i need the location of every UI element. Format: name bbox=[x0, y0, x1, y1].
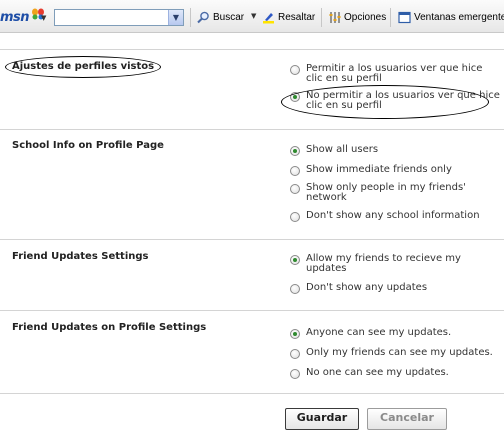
radio-button-selected[interactable] bbox=[290, 255, 300, 265]
popup-window-icon bbox=[398, 11, 411, 24]
radio-option-label: Don't show any updates bbox=[306, 282, 428, 293]
annotation-oval bbox=[281, 85, 489, 119]
opciones-label: Opciones bbox=[344, 12, 387, 23]
cancel-button[interactable]: Cancelar bbox=[367, 408, 447, 430]
msn-logo-text: msn bbox=[0, 10, 30, 25]
section-divider bbox=[0, 310, 504, 311]
options-icon bbox=[329, 12, 341, 23]
opciones-button[interactable]: Opciones bbox=[328, 9, 387, 26]
buscar-dropdown-icon[interactable]: ▼ bbox=[251, 12, 256, 20]
radio-option-label: Only my friends can see my updates. bbox=[306, 347, 493, 358]
section-divider bbox=[0, 129, 504, 130]
radio-button-selected[interactable] bbox=[290, 329, 300, 339]
section-title-profile-updates: Friend Updates on Profile Settings bbox=[12, 322, 207, 333]
highlighter-icon bbox=[263, 13, 274, 24]
chevron-down-icon[interactable]: ▼ bbox=[41, 14, 46, 22]
radio-option-label: Show only people in my friends' network bbox=[306, 182, 466, 203]
radio-button[interactable] bbox=[290, 166, 300, 176]
radio-button[interactable] bbox=[290, 65, 300, 75]
radio-option-label: Allow my friends to recieve my updates bbox=[306, 253, 461, 274]
section-divider bbox=[0, 239, 504, 240]
radio-button[interactable] bbox=[290, 284, 300, 294]
search-dropdown-button[interactable]: ▼ bbox=[168, 10, 183, 25]
buscar-label: Buscar bbox=[213, 12, 245, 23]
toolbar-separator bbox=[190, 8, 191, 27]
radio-button[interactable] bbox=[290, 369, 300, 379]
toolbar-separator bbox=[321, 8, 322, 27]
toolbar-search-input[interactable]: ▼ bbox=[54, 9, 184, 26]
section-divider bbox=[0, 49, 504, 50]
radio-option-label: Anyone can see my updates. bbox=[306, 327, 452, 338]
toolbar-separator bbox=[390, 8, 391, 27]
section-title-friend-updates: Friend Updates Settings bbox=[12, 251, 149, 262]
resaltar-button[interactable]: Resaltar bbox=[262, 9, 316, 26]
annotation-oval bbox=[5, 56, 161, 78]
ventanas-emergentes-button[interactable]: Ventanas emergentes bbox=[398, 9, 504, 26]
radio-option-label: Show immediate friends only bbox=[306, 164, 452, 175]
radio-button[interactable] bbox=[290, 212, 300, 222]
msn-toolbar: msn ▼ ▼ Buscar ▼ Resaltar Opciones Venta… bbox=[0, 0, 504, 33]
magnifier-icon bbox=[197, 11, 209, 24]
chevron-down-icon: ▼ bbox=[172, 13, 180, 22]
radio-option-label: Show all users bbox=[306, 144, 379, 155]
radio-option-label: No one can see my updates. bbox=[306, 367, 449, 378]
radio-button[interactable] bbox=[290, 349, 300, 359]
buscar-button[interactable]: Buscar bbox=[197, 9, 247, 26]
ventanas-emergentes-label: Ventanas emergentes bbox=[414, 12, 504, 23]
resaltar-label: Resaltar bbox=[278, 12, 316, 23]
radio-option-label: Don't show any school information bbox=[306, 210, 480, 221]
radio-button-selected[interactable] bbox=[290, 146, 300, 156]
radio-option-label: Permitir a los usuarios ver que hice cli… bbox=[306, 63, 483, 84]
msn-logo[interactable]: msn ▼ bbox=[0, 8, 52, 28]
section-divider bbox=[0, 393, 504, 394]
section-title-school-info: School Info on Profile Page bbox=[12, 140, 164, 151]
radio-button[interactable] bbox=[290, 184, 300, 194]
save-button[interactable]: Guardar bbox=[285, 408, 359, 430]
